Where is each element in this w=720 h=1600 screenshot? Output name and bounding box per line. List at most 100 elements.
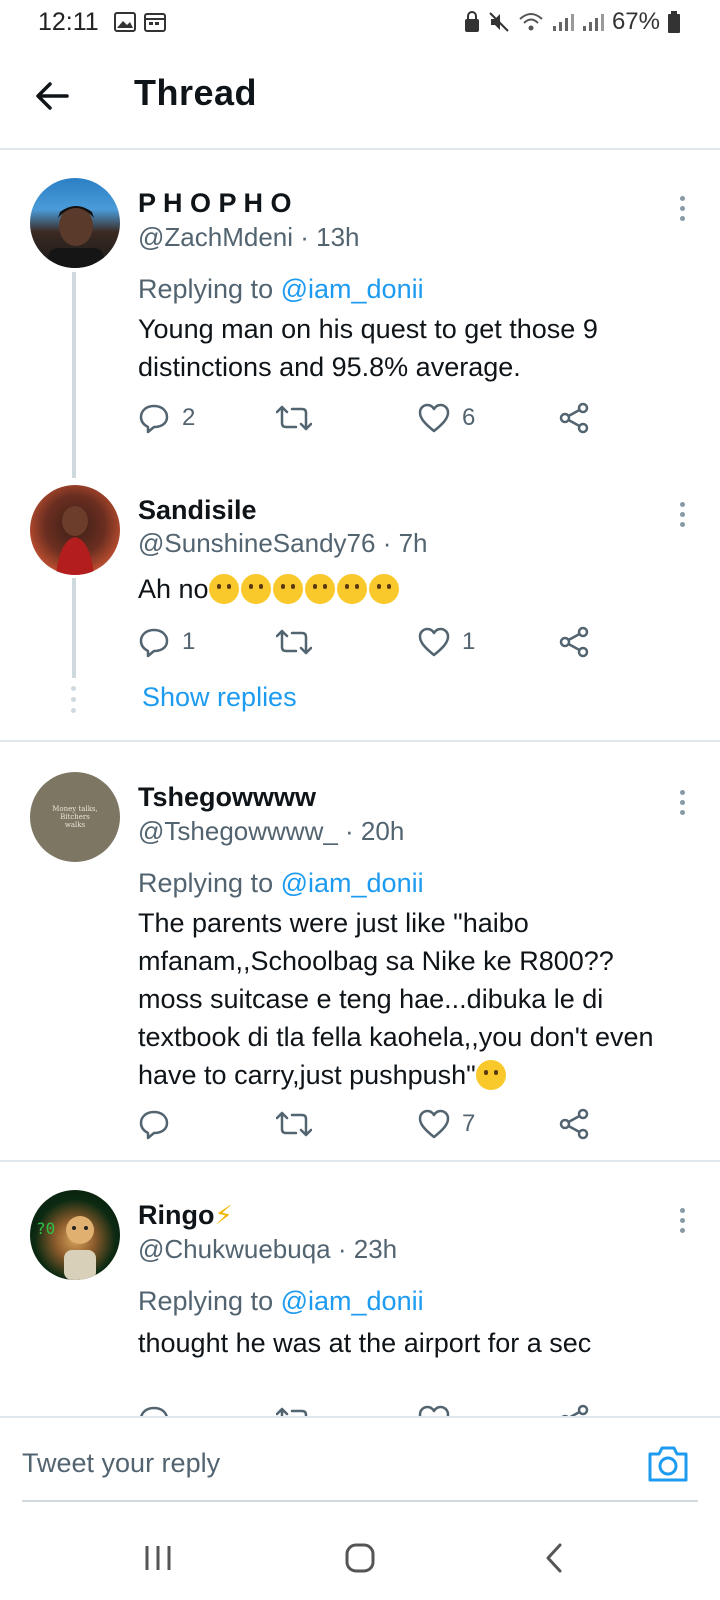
signal-icon-2 — [582, 12, 604, 32]
camera-icon — [648, 1446, 688, 1482]
avatar-photo-icon — [56, 506, 94, 575]
tweet-text: Ah no — [138, 570, 698, 608]
chevron-left-icon — [546, 1543, 562, 1573]
share-button[interactable] — [558, 1104, 590, 1144]
like-button[interactable]: 1 — [418, 622, 475, 662]
no-mouth-emoji-icon — [272, 574, 303, 604]
replying-to-line: Replying to @iam_donii — [138, 274, 424, 305]
mute-icon — [488, 11, 510, 33]
retweet-button[interactable] — [276, 398, 324, 438]
signal-icon — [552, 12, 574, 32]
replying-label: Replying to — [138, 1286, 274, 1316]
share-icon — [559, 402, 589, 434]
thread-collapsed-dots — [71, 686, 76, 713]
retweet-icon — [276, 405, 312, 431]
reply-button[interactable]: 1 — [138, 622, 195, 662]
thread-line — [72, 272, 76, 478]
share-icon — [561, 1404, 589, 1416]
tweet-author-name[interactable]: Tshegowwww — [138, 782, 316, 813]
camera-button[interactable] — [646, 1444, 690, 1484]
reply-icon — [140, 1406, 168, 1416]
tweet[interactable]: Money talks, Bitchers walks Tshegowwww @… — [0, 742, 720, 1160]
like-button[interactable]: 6 — [418, 398, 475, 438]
replying-to-line: Replying to @iam_donii — [138, 1286, 424, 1317]
like-button[interactable]: 7 — [418, 1104, 475, 1144]
slight-smile-emoji-icon — [368, 574, 399, 604]
more-options-button[interactable] — [678, 502, 686, 527]
lightning-emoji-icon: ⚡ — [214, 1200, 233, 1230]
tweet-author-handle[interactable]: @SunshineSandy76 — [138, 528, 375, 558]
tweet-text: thought he was at the airport for a sec — [138, 1328, 592, 1358]
recent-apps-button[interactable] — [128, 1538, 188, 1578]
tweet-author-handle[interactable]: @ZachMdeni — [138, 222, 293, 252]
tweet-text-line: moss suitcase e teng hae...dibuka le di — [138, 984, 604, 1014]
thread-header: Thread — [0, 44, 720, 150]
like-button[interactable] — [418, 1400, 450, 1416]
battery-icon — [668, 11, 680, 33]
reply-icon — [139, 628, 169, 658]
tweet-author-name[interactable]: Ringo — [138, 1200, 214, 1230]
tweet-reply-input[interactable] — [22, 1438, 492, 1488]
tweet-text: The parents were just like "haibo mfanam… — [138, 904, 698, 1094]
joy-emoji-icon — [304, 574, 335, 604]
tweet-author-name[interactable]: Sandisile — [138, 495, 257, 526]
svg-text:?0: ?0 — [36, 1219, 55, 1238]
more-options-button[interactable] — [678, 196, 686, 221]
reply-button[interactable] — [138, 1400, 170, 1416]
reply-button[interactable] — [138, 1104, 182, 1144]
replying-mention-link[interactable]: @iam_donii — [281, 868, 424, 898]
system-back-button[interactable] — [524, 1538, 584, 1578]
avatar[interactable]: ?0 — [30, 1190, 120, 1280]
tweet-actions: 1 1 — [138, 622, 608, 662]
share-button[interactable] — [558, 622, 590, 662]
more-options-button[interactable] — [678, 790, 686, 815]
tweet-text-line: textbook di tla fella kaohela,,you don't… — [138, 1022, 654, 1052]
tweet-author-handle[interactable]: @Tshegowwww_ — [138, 816, 338, 846]
retweet-icon — [276, 1111, 312, 1137]
reply-count: 2 — [182, 404, 196, 431]
retweet-button[interactable] — [276, 1400, 312, 1416]
replying-mention-link[interactable]: @iam_donii — [281, 274, 424, 304]
retweet-button[interactable] — [276, 622, 324, 662]
avatar[interactable] — [30, 485, 120, 575]
share-button[interactable] — [558, 398, 590, 438]
share-button[interactable] — [558, 1400, 590, 1416]
thread-feed[interactable]: P H O P H O @ZachMdeni · 13h Replying to… — [0, 150, 720, 1416]
more-options-button[interactable] — [678, 1208, 686, 1233]
like-count: 6 — [462, 404, 476, 431]
reply-button[interactable]: 2 — [138, 398, 195, 438]
show-replies-link[interactable]: Show replies — [142, 682, 297, 713]
tweet-time: · 7h — [382, 528, 428, 558]
tweet-author-name[interactable]: P H O P H O — [138, 188, 292, 219]
avatar-photo-icon — [48, 206, 104, 268]
reply-composer — [0, 1416, 720, 1516]
reply-count: 1 — [182, 628, 196, 655]
calendar-icon — [144, 12, 166, 32]
loudly-crying-emoji-icon — [475, 1060, 506, 1090]
tweet-author-name-row[interactable]: Ringo⚡ — [138, 1200, 233, 1231]
tweet-text: Young man on his quest to get those 9 di… — [138, 314, 598, 382]
tweet-text-line: have to carry,just pushpush" — [138, 1060, 476, 1090]
back-button[interactable] — [30, 74, 74, 118]
avatar-photo-icon: ?0 — [36, 1216, 96, 1280]
tweet-actions: 7 — [138, 1104, 608, 1144]
wifi-icon — [518, 11, 544, 33]
tweet[interactable]: P H O P H O @ZachMdeni · 13h Replying to… — [0, 150, 720, 740]
tweet-author-handle[interactable]: @Chukwuebuqa — [138, 1234, 331, 1264]
reply-icon — [139, 404, 169, 434]
heart-icon — [418, 403, 450, 433]
home-button[interactable] — [330, 1538, 390, 1578]
tweet[interactable]: ?0 Ringo⚡ @Chukwuebuqa · 23h Replying to… — [0, 1162, 720, 1416]
rofl-emoji-icon — [336, 574, 367, 604]
retweet-button[interactable] — [276, 1104, 324, 1144]
replying-mention-link[interactable]: @iam_donii — [281, 1286, 424, 1316]
tweet-text-content: Ah no — [138, 574, 209, 604]
heart-icon — [418, 1405, 450, 1416]
avatar-caption: Money talks, Bitchers walks — [52, 805, 98, 829]
avatar[interactable] — [30, 178, 120, 268]
tweet-text-line: The parents were just like "haibo — [138, 908, 529, 938]
replying-label: Replying to — [138, 274, 274, 304]
tweet-time: · 20h — [345, 816, 405, 846]
tweet-text-line: mfanam,,Schoolbag sa Nike ke R800?? — [138, 946, 614, 976]
avatar[interactable]: Money talks, Bitchers walks — [30, 772, 120, 862]
